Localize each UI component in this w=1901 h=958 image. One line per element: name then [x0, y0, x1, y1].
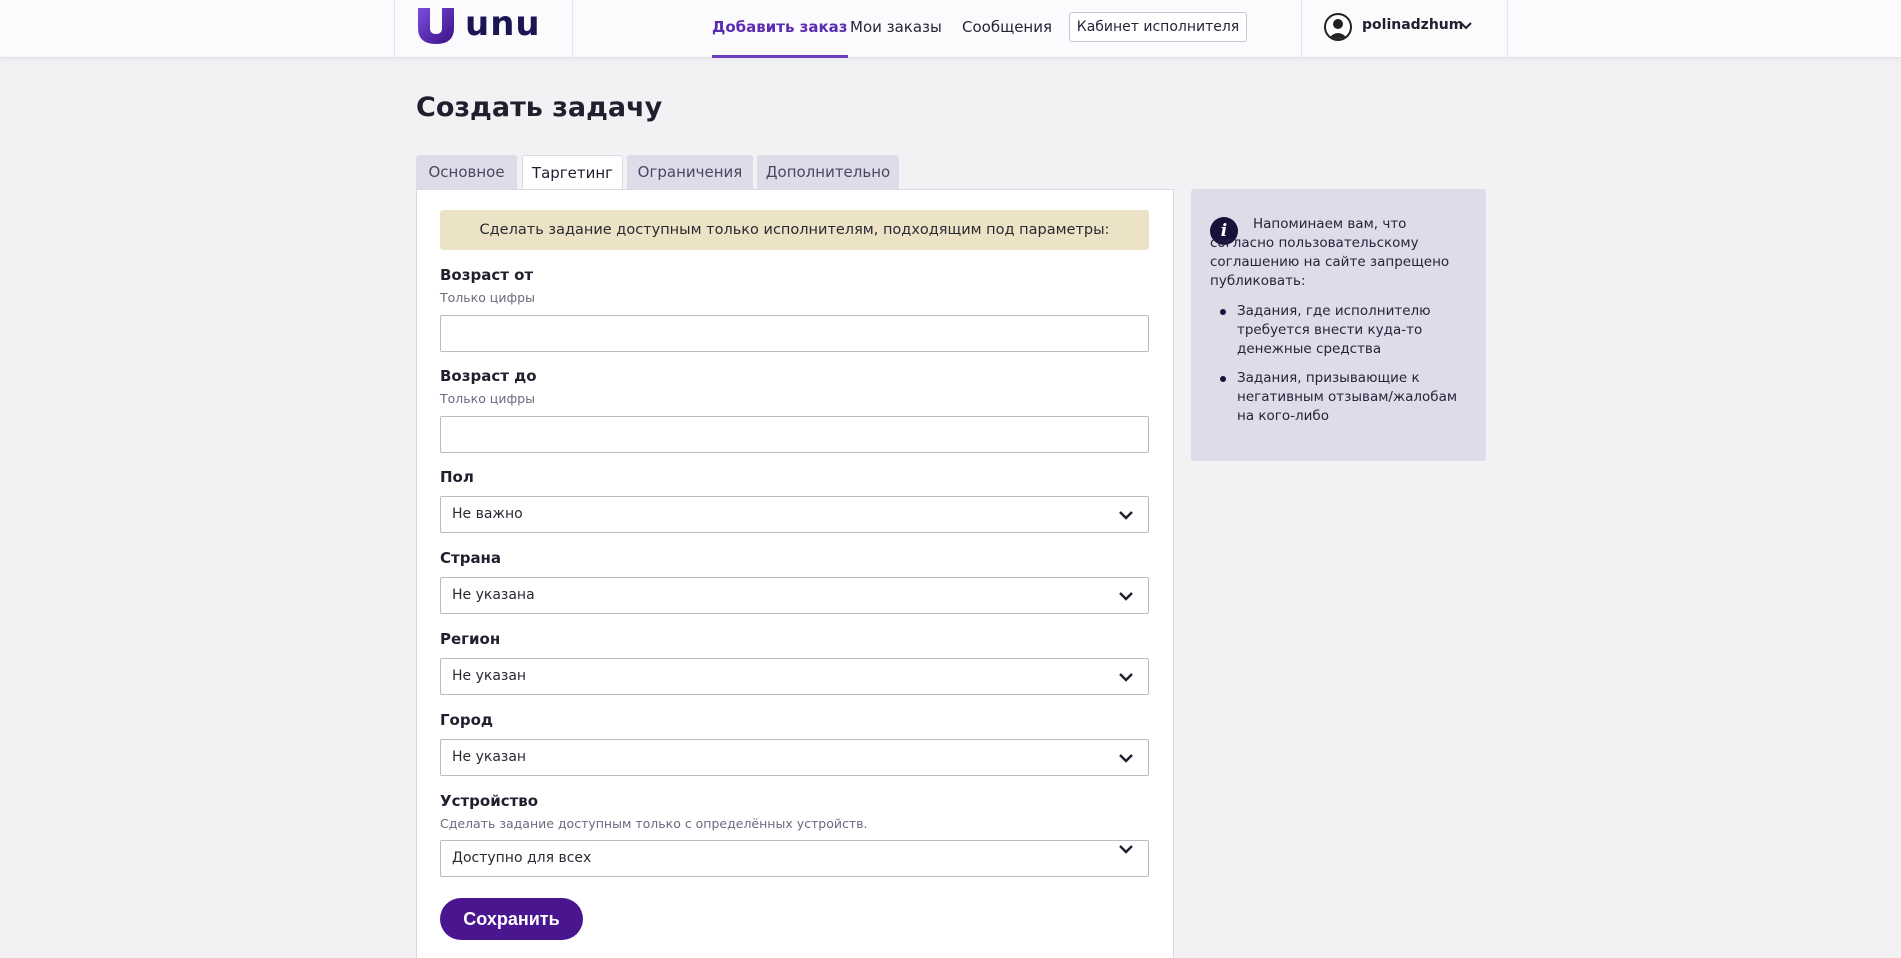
- region-select[interactable]: Не указан: [440, 658, 1149, 695]
- country-select[interactable]: Не указана: [440, 577, 1149, 614]
- tab-restrictions[interactable]: Ограничения: [627, 155, 753, 190]
- user-menu[interactable]: polinadzhum: [1301, 0, 1509, 58]
- nav-my-orders[interactable]: Мои заказы: [850, 0, 942, 58]
- list-item-text: Задания, призывающие к негативным отзыва…: [1237, 370, 1458, 424]
- username: polinadzhum: [1362, 17, 1464, 33]
- logo[interactable]: unu: [395, 0, 573, 58]
- country-label: Страна: [440, 549, 502, 567]
- age-from-label: Возраст от: [440, 266, 534, 284]
- age-to-hint: Только цифры: [440, 391, 535, 406]
- nav-messages[interactable]: Сообщения: [962, 0, 1052, 58]
- device-select[interactable]: Доступно для всех: [440, 840, 1149, 877]
- device-value: Доступно для всех: [452, 850, 592, 866]
- list-item-text: Задания, где исполнителю требуется внест…: [1237, 303, 1431, 357]
- age-from-input[interactable]: [440, 315, 1149, 352]
- age-to-input[interactable]: [440, 416, 1149, 453]
- tab-basic[interactable]: Основное: [416, 155, 517, 190]
- logo-text: unu: [465, 4, 541, 44]
- region-label: Регион: [440, 630, 501, 648]
- city-value: Не указан: [452, 749, 527, 765]
- avatar-icon: [1324, 13, 1352, 41]
- top-header: unu Добавить заказ Мои заказы Сообщения …: [0, 0, 1901, 58]
- nav-add-order[interactable]: Добавить заказ: [712, 0, 848, 58]
- list-item: Задания, призывающие к негативным отзыва…: [1220, 369, 1470, 426]
- chevron-down-icon: [1460, 22, 1472, 30]
- age-from-hint: Только цифры: [440, 290, 535, 305]
- device-label: Устройство: [440, 792, 539, 810]
- tab-additional[interactable]: Дополнительно: [757, 155, 899, 190]
- info-text: Напоминаем вам, что согласно пользовател…: [1210, 216, 1450, 289]
- age-to-label: Возраст до: [440, 367, 537, 385]
- chevron-down-icon: [1119, 511, 1133, 520]
- chevron-down-icon: [1119, 845, 1133, 854]
- country-value: Не указана: [452, 587, 535, 603]
- chevron-down-icon: [1119, 673, 1133, 682]
- page-title: Создать задачу: [416, 92, 663, 123]
- gender-select[interactable]: Не важно: [440, 496, 1149, 533]
- rules-info-box: i Напоминаем вам, что согласно пользоват…: [1191, 189, 1486, 461]
- list-item: Задания, где исполнителю требуется внест…: [1220, 302, 1470, 359]
- device-hint: Сделать задание доступным только с опред…: [440, 816, 868, 831]
- header-container: unu Добавить заказ Мои заказы Сообщения …: [394, 0, 1508, 58]
- forbidden-list: Задания, где исполнителю требуется внест…: [1220, 302, 1470, 436]
- cabinet-button[interactable]: Кабинет исполнителя: [1069, 12, 1247, 42]
- gender-value: Не важно: [452, 506, 523, 522]
- bullet-icon: [1220, 309, 1226, 315]
- bullet-icon: [1220, 376, 1226, 382]
- targeting-notice: Сделать задание доступным только исполни…: [440, 210, 1149, 250]
- region-value: Не указан: [452, 668, 527, 684]
- chevron-down-icon: [1119, 592, 1133, 601]
- city-label: Город: [440, 711, 494, 729]
- logo-mark-icon: [418, 8, 454, 44]
- city-select[interactable]: Не указан: [440, 739, 1149, 776]
- save-button[interactable]: Сохранить: [440, 898, 583, 940]
- chevron-down-icon: [1119, 754, 1133, 763]
- gender-label: Пол: [440, 468, 474, 486]
- tab-targeting[interactable]: Таргетинг: [522, 155, 623, 191]
